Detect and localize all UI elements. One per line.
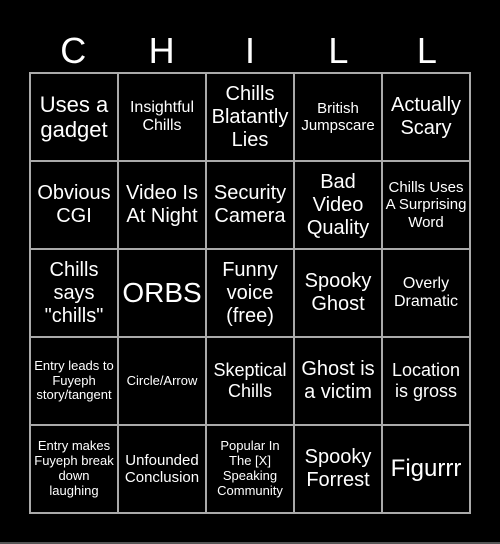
bingo-cell[interactable]: Ghost is a victim — [294, 337, 382, 425]
header-letter-i: I — [245, 30, 256, 71]
bingo-cell[interactable]: Unfounded Conclusion — [118, 425, 206, 513]
bingo-cell[interactable]: British Jumpscare — [294, 73, 382, 161]
bingo-cell[interactable]: Spooky Ghost — [294, 249, 382, 337]
bingo-cell[interactable]: Popular In The [X] Speaking Community — [206, 425, 294, 513]
bingo-cell[interactable]: Location is gross — [382, 337, 470, 425]
bingo-grid: Uses a gadget Insightful Chills Chills B… — [29, 72, 471, 514]
bingo-cell[interactable]: Actually Scary — [382, 73, 470, 161]
bingo-cell[interactable]: Overly Dramatic — [382, 249, 470, 337]
bingo-cell[interactable]: Entry makes Fuyeph break down laughing — [30, 425, 118, 513]
bingo-cell[interactable]: Obvious CGI — [30, 161, 118, 249]
header-letter-c: C — [60, 30, 87, 71]
bingo-header: C H I L L — [29, 30, 471, 72]
bingo-cell[interactable]: Insightful Chills — [118, 73, 206, 161]
bingo-cell[interactable]: Chills Blatantly Lies — [206, 73, 294, 161]
bingo-cell[interactable]: Bad Video Quality — [294, 161, 382, 249]
bingo-cell[interactable]: Circle/Arrow — [118, 337, 206, 425]
bingo-cell[interactable]: Uses a gadget — [30, 73, 118, 161]
bingo-cell[interactable]: Chills Uses A Surprising Word — [382, 161, 470, 249]
bingo-cell[interactable]: ORBS — [118, 249, 206, 337]
bingo-cell[interactable]: Funny voice (free) — [206, 249, 294, 337]
bingo-cell[interactable]: Skeptical Chills — [206, 337, 294, 425]
header-letter-l2: L — [416, 30, 437, 71]
header-letter-h: H — [148, 30, 175, 71]
bingo-cell[interactable]: Security Camera — [206, 161, 294, 249]
header-letter-l1: L — [328, 30, 349, 71]
bingo-cell[interactable]: Entry leads to Fuyeph story/tangent — [30, 337, 118, 425]
bingo-cell[interactable]: Chills says "chills" — [30, 249, 118, 337]
bingo-cell[interactable]: Spooky Forrest — [294, 425, 382, 513]
bingo-cell[interactable]: Figurrr — [382, 425, 470, 513]
bingo-cell[interactable]: Video Is At Night — [118, 161, 206, 249]
